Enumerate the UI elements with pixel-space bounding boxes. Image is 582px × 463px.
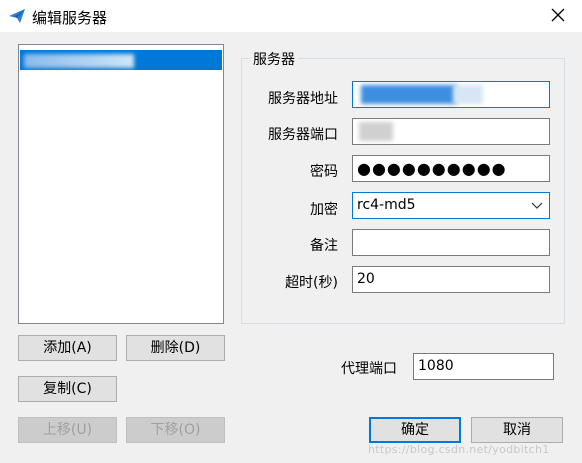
redacted-address-tail [453, 85, 483, 104]
encryption-value: rc4-md5 [357, 197, 416, 213]
close-icon [551, 8, 565, 22]
server-port-field[interactable] [352, 118, 550, 145]
redacted-server-name [24, 54, 134, 68]
delete-button[interactable]: 删除(D) [126, 335, 225, 361]
title-bar: 编辑服务器 [0, 0, 582, 32]
remarks-label: 备注 [310, 238, 338, 254]
watermark: https://blog.csdn.net/yodbitch1 [368, 443, 550, 456]
server-address-label: 服务器地址 [268, 91, 338, 107]
close-button[interactable] [548, 5, 568, 25]
encryption-select[interactable]: rc4-md5 [352, 192, 550, 219]
server-group-title: 服务器 [250, 49, 298, 69]
redacted-port [359, 122, 393, 141]
server-list[interactable] [18, 44, 224, 324]
server-address-field[interactable] [352, 81, 550, 108]
chevron-down-icon [531, 202, 543, 209]
password-field[interactable]: ●●●●●●●●●● [352, 155, 550, 182]
remarks-field[interactable] [352, 229, 550, 256]
server-port-label: 服务器端口 [268, 127, 338, 143]
server-list-item-selected[interactable] [20, 50, 222, 70]
password-label: 密码 [310, 164, 338, 180]
timeout-field[interactable]: 20 [352, 266, 550, 293]
encryption-label: 加密 [310, 202, 338, 218]
add-button[interactable]: 添加(A) [18, 335, 117, 361]
copy-button[interactable]: 复制(C) [18, 376, 117, 402]
move-up-button[interactable]: 上移(U) [18, 417, 117, 443]
ok-button[interactable]: 确定 [369, 417, 461, 443]
paper-plane-icon [9, 9, 25, 23]
window-title: 编辑服务器 [32, 9, 108, 27]
cancel-button[interactable]: 取消 [471, 417, 563, 443]
redacted-address [361, 85, 457, 104]
timeout-label: 超时(秒) [285, 275, 338, 291]
proxy-port-label: 代理端口 [341, 361, 397, 377]
move-down-button[interactable]: 下移(O) [126, 417, 225, 443]
proxy-port-field[interactable]: 1080 [413, 353, 554, 380]
